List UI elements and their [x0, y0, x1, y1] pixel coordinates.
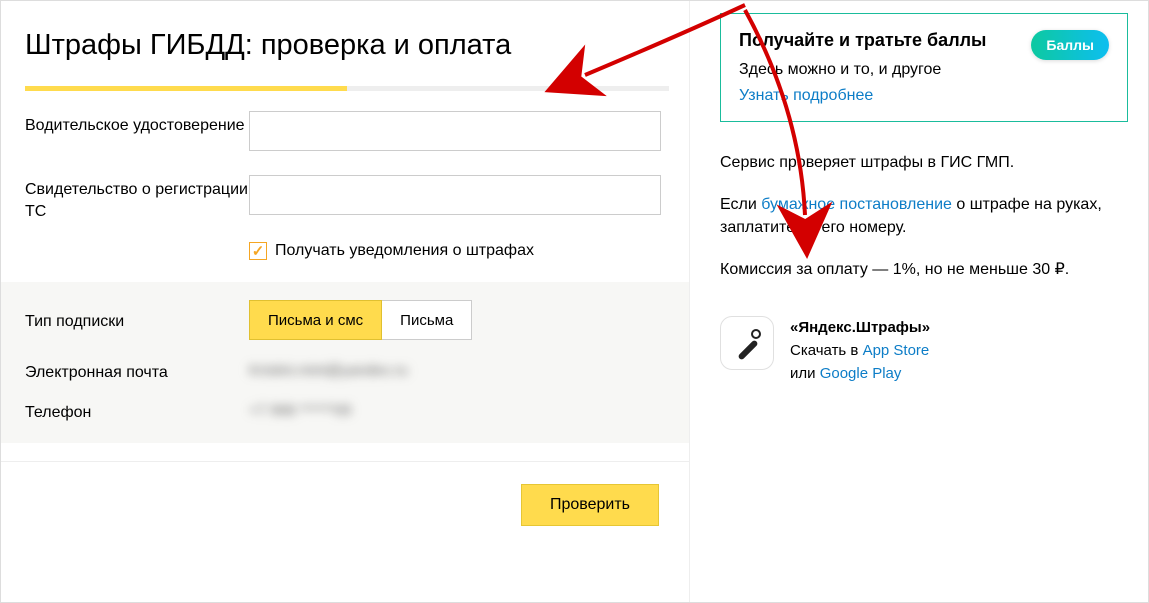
- subscription-option-email[interactable]: Письма: [382, 300, 472, 340]
- email-label: Электронная почта: [25, 358, 249, 384]
- info-paper-prefix: Если: [720, 196, 761, 213]
- registration-label: Свидетельство о регистрации ТС: [25, 175, 249, 222]
- download-prefix: Скачать в: [790, 342, 863, 359]
- promo-text: Здесь можно и то, и другое: [739, 61, 1109, 79]
- download-or: или: [790, 365, 820, 382]
- promo-link[interactable]: Узнать подробнее: [739, 87, 1109, 105]
- page-title: Штрафы ГИБДД: проверка и оплата: [25, 29, 669, 62]
- subscription-option-email-sms[interactable]: Письма и смс: [249, 300, 382, 340]
- subscription-label: Тип подписки: [25, 307, 249, 333]
- paper-order-link[interactable]: бумажное постановление: [761, 196, 952, 213]
- notify-checkbox[interactable]: ✓: [249, 242, 267, 260]
- subscription-toggle: Письма и смс Письма: [249, 300, 472, 340]
- progress-fill: [25, 86, 347, 91]
- phone-label: Телефон: [25, 398, 249, 424]
- points-badge[interactable]: Баллы: [1031, 30, 1109, 60]
- info-commission: Комиссия за оплату — 1%, но не меньше 30…: [720, 259, 1128, 281]
- wand-icon: [730, 326, 764, 360]
- progress-bar: [25, 86, 669, 91]
- appstore-link[interactable]: App Store: [863, 342, 930, 359]
- phone-value: +7 968 ******09: [249, 402, 351, 419]
- promo-box: Получайте и тратьте баллы Здесь можно и …: [720, 13, 1128, 122]
- info-gis: Сервис проверяет штрафы в ГИС ГМП.: [720, 152, 1128, 174]
- googleplay-link[interactable]: Google Play: [820, 365, 902, 382]
- app-name: «Яндекс.Штрафы»: [790, 316, 930, 339]
- notify-label: Получать уведомления о штрафах: [275, 242, 534, 260]
- email-value: Kristini.mint@yandex.ru: [249, 362, 408, 379]
- divider: [1, 461, 689, 462]
- app-icon: [720, 316, 774, 370]
- check-button[interactable]: Проверить: [521, 484, 659, 526]
- license-label: Водительское удостоверение: [25, 111, 249, 137]
- license-input[interactable]: [249, 111, 661, 151]
- registration-input[interactable]: [249, 175, 661, 215]
- info-paper: Если бумажное постановление о штрафе на …: [720, 194, 1128, 239]
- check-icon: ✓: [252, 244, 265, 259]
